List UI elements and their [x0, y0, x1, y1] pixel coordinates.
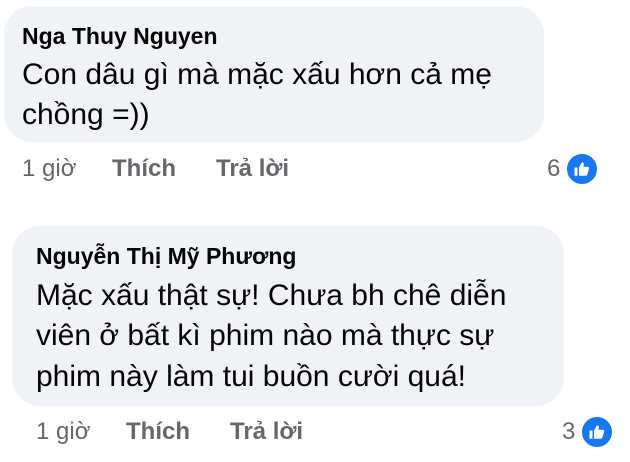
comment-text-line: Mặc xấu thật sự! Chưa bh chê diễn [36, 279, 507, 312]
reaction-count: 3 [562, 418, 576, 445]
comment-text-line: phim này làm tui buồn cười quá! [36, 360, 466, 393]
reply-action-button[interactable]: Trả lời [230, 418, 303, 446]
reaction-summary[interactable]: 3 [562, 415, 615, 449]
like-action-button[interactable]: Thích [126, 418, 190, 446]
comment-text-line: viên ở bất kì phim nào mà thực sự [36, 319, 495, 352]
comment: Nguyễn Thị Mỹ Phương Mặc xấu thật sự! Ch… [0, 0, 630, 462]
like-icon [580, 415, 615, 449]
comment-timestamp[interactable]: 1 giờ [36, 418, 90, 446]
comment-author[interactable]: Nguyễn Thị Mỹ Phương [36, 242, 296, 270]
